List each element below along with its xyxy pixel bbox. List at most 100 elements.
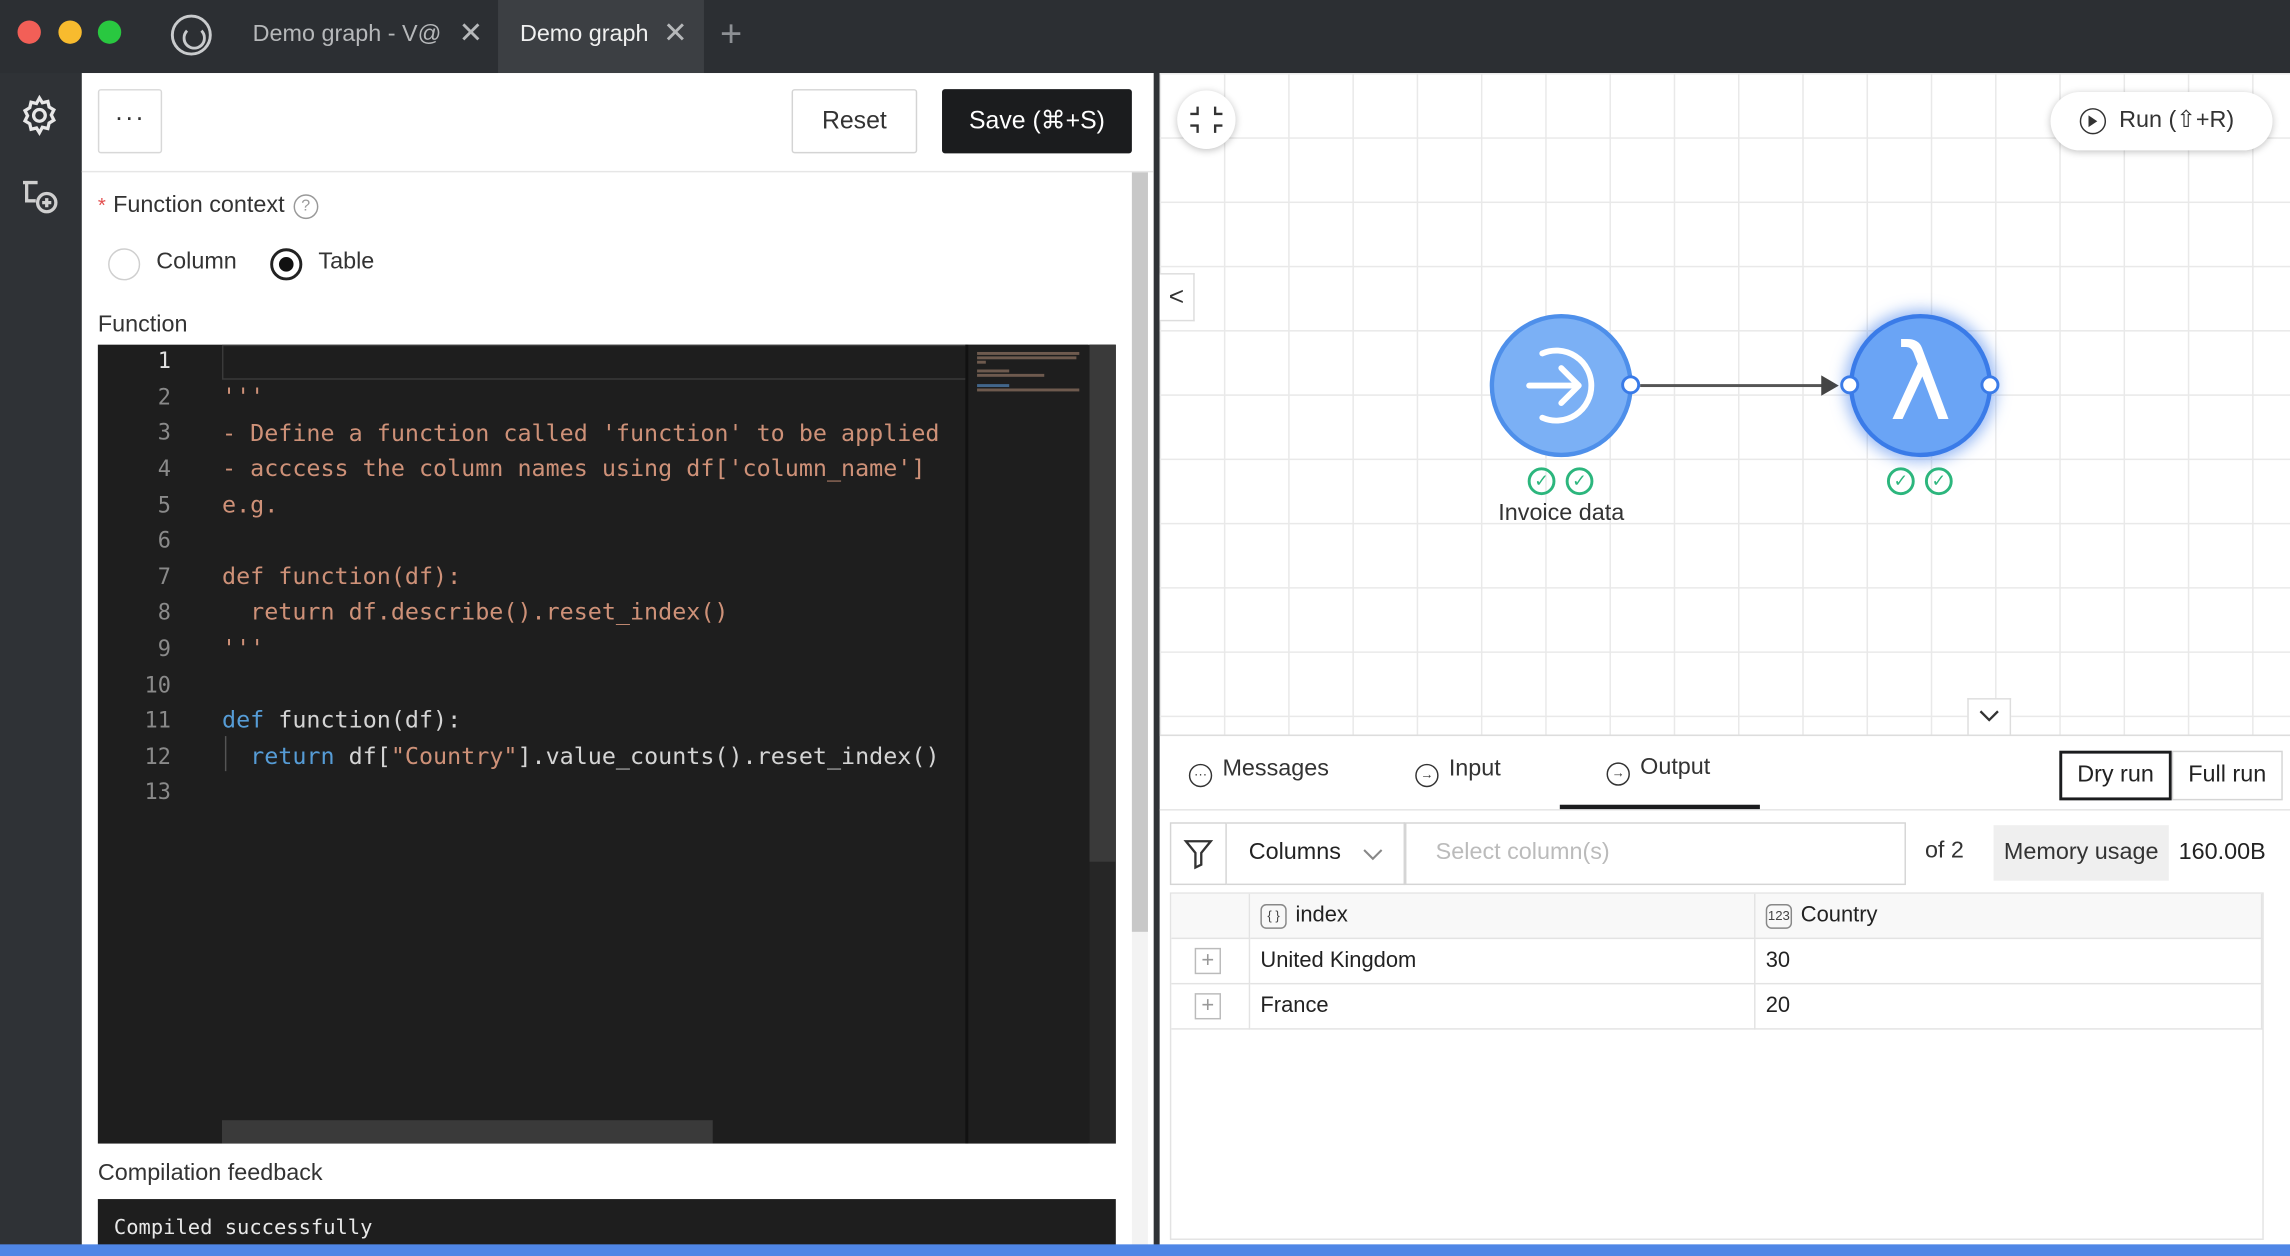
- input-node-out-port[interactable]: [1621, 375, 1641, 395]
- code-line: ''': [221, 633, 265, 662]
- line-number: 11: [144, 706, 171, 734]
- app-window: Demo graph - V@ ✕ Demo graph ✕ + ··· Res…: [0, 0, 2290, 1256]
- line-number: 13: [144, 778, 171, 805]
- current-line-highlight: [221, 344, 967, 380]
- play-icon: [2079, 108, 2107, 135]
- panel-toolbar: ··· Reset Save (⌘+S): [81, 73, 1154, 173]
- run-button[interactable]: Run (⇧+R): [2050, 92, 2273, 151]
- editor-vertical-scrollbar[interactable]: [1089, 344, 1116, 1144]
- collapse-left-button[interactable]: <: [1159, 273, 1195, 322]
- columns-dropdown[interactable]: Columns: [1226, 822, 1406, 886]
- function-node-out-port[interactable]: [1980, 375, 2000, 395]
- graph-canvas[interactable]: Run (⇧+R) < λ ✓ ✓ ✓ ✓ Invoice data: [1159, 73, 2290, 735]
- status-check-icon: ✓: [1924, 467, 1953, 496]
- dry-run-button[interactable]: Dry run: [2059, 750, 2172, 801]
- function-node[interactable]: λ: [1848, 314, 1993, 458]
- tab-messages[interactable]: ··· Messages: [1188, 756, 1329, 810]
- chevron-down-icon: [1979, 710, 1999, 722]
- input-icon: →: [1415, 763, 1439, 788]
- memory-usage-label: Memory usage: [1993, 825, 2169, 881]
- editor-minimap[interactable]: [965, 344, 1089, 1144]
- line-number: 3: [157, 419, 171, 446]
- line-number: 10: [144, 671, 171, 699]
- editor-horizontal-scrollbar-thumb[interactable]: [221, 1120, 713, 1144]
- code-keyword: return: [250, 741, 335, 770]
- expand-row-icon[interactable]: +: [1194, 993, 1221, 1020]
- tab-label: Demo graph - V@: [252, 21, 442, 47]
- tab-output-label: Output: [1640, 755, 1711, 780]
- line-number: 12: [144, 743, 171, 770]
- reset-button[interactable]: Reset: [791, 89, 918, 154]
- tab-label: Demo graph: [519, 21, 649, 47]
- save-button[interactable]: Save (⌘+S): [942, 89, 1132, 154]
- line-number: 9: [157, 635, 171, 662]
- column-header-country[interactable]: 123 Country: [1755, 893, 2263, 940]
- radio-column[interactable]: [108, 248, 141, 281]
- tab-close-icon[interactable]: ✕: [663, 0, 687, 69]
- code-line: return df["Country"].value_counts().rese…: [222, 741, 939, 770]
- columns-dropdown-label: Columns: [1248, 839, 1341, 865]
- line-number: 4: [157, 455, 171, 482]
- chevron-down-icon: [1361, 838, 1384, 872]
- column-select-input[interactable]: Select column(s): [1405, 822, 1906, 886]
- column-header-index[interactable]: { } index: [1250, 893, 1756, 940]
- gear-icon[interactable]: [18, 93, 62, 137]
- expand-row-icon[interactable]: +: [1194, 947, 1221, 975]
- radio-table-label[interactable]: Table: [318, 250, 374, 276]
- function-label: Function: [97, 312, 188, 338]
- code-keyword: def: [221, 705, 265, 734]
- input-node[interactable]: [1489, 314, 1633, 458]
- tab-messages-label: Messages: [1222, 756, 1329, 782]
- editor-vertical-scrollbar-thumb[interactable]: [1089, 344, 1116, 862]
- input-node-label: Invoice data: [1498, 500, 1625, 526]
- minimize-window-button[interactable]: [58, 20, 82, 44]
- tab-input[interactable]: → Input: [1415, 757, 1501, 810]
- chat-icon: ···: [1188, 763, 1213, 788]
- panel-scrollbar[interactable]: [1131, 172, 1148, 1256]
- table-cell[interactable]: United Kingdom: [1250, 939, 1756, 985]
- maximize-window-button[interactable]: [97, 20, 122, 44]
- table-cell[interactable]: France: [1250, 984, 1756, 1030]
- table-cell[interactable]: 20: [1755, 984, 2263, 1030]
- compilation-feedback-label: Compilation feedback: [97, 1161, 323, 1186]
- table-cell[interactable]: 30: [1755, 939, 2263, 985]
- function-context-text: Function context: [113, 192, 285, 218]
- collapse-down-button[interactable]: [1967, 698, 2012, 735]
- tab-demo-graph-v[interactable]: Demo graph - V@ ✕: [231, 0, 494, 73]
- line-number: 2: [157, 384, 171, 411]
- status-strip: [0, 1244, 2290, 1256]
- line-number: 5: [157, 492, 171, 519]
- code-line: def function(df):: [221, 562, 462, 591]
- function-node-in-port[interactable]: [1840, 375, 1860, 395]
- full-run-button[interactable]: Full run: [2171, 750, 2283, 801]
- add-node-icon[interactable]: [18, 175, 62, 219]
- results-panel: ··· Messages → Input → Output Dry run Full …: [1159, 734, 2290, 1256]
- code-text: df[: [334, 741, 391, 770]
- graph-edge: [1640, 384, 1825, 387]
- function-context-label: * Function context?: [98, 192, 319, 220]
- filter-button[interactable]: [1169, 822, 1227, 886]
- fit-view-button[interactable]: [1177, 90, 1236, 149]
- title-bar: Demo graph - V@ ✕ Demo graph ✕ +: [0, 0, 2290, 74]
- close-window-button[interactable]: [17, 20, 41, 44]
- tab-output[interactable]: → Output: [1606, 755, 1711, 808]
- funnel-icon: [1183, 840, 1214, 870]
- output-table: { } index 123 Country + United Kingdom 30 …: [1169, 892, 2264, 1240]
- code-editor[interactable]: 1 2 3 4 5 6 7 8 9 10 11 12 13 ''' - Defi…: [97, 344, 1116, 1144]
- app-logo-icon: [170, 14, 212, 56]
- tab-separator: [1159, 809, 2290, 811]
- help-icon[interactable]: ?: [293, 194, 319, 220]
- code-line: e.g.: [221, 490, 279, 519]
- new-tab-button[interactable]: +: [720, 12, 742, 57]
- panel-scrollbar-thumb[interactable]: [1131, 172, 1148, 932]
- code-line: ''': [221, 382, 265, 411]
- tab-demo-graph[interactable]: Demo graph ✕: [498, 0, 704, 74]
- object-type-icon: { }: [1260, 904, 1287, 929]
- table-row: +: [1171, 984, 1251, 1030]
- radio-column-label[interactable]: Column: [156, 250, 237, 276]
- radio-table[interactable]: [270, 248, 303, 281]
- run-button-label: Run (⇧+R): [2119, 108, 2235, 133]
- column-header-label: index: [1295, 902, 1348, 928]
- more-options-button[interactable]: ···: [97, 89, 163, 154]
- tab-close-icon[interactable]: ✕: [459, 0, 483, 69]
